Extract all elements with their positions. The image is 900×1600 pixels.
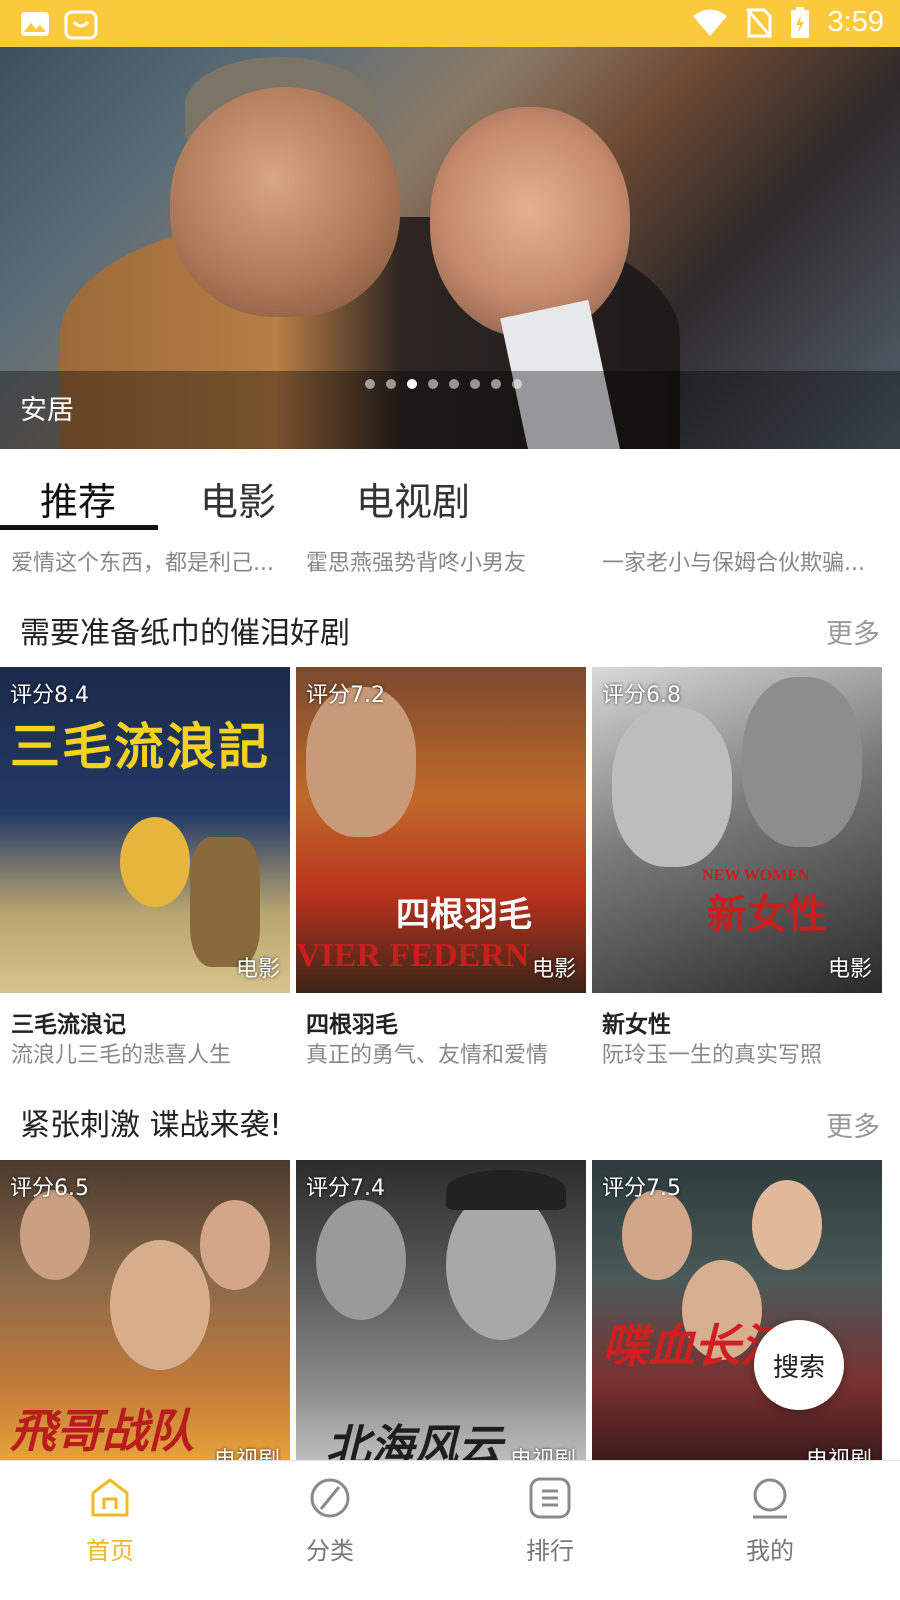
poster-art-title: 飛哥战队	[10, 1404, 194, 1458]
rating-badge: 评分6.5	[10, 1176, 89, 1201]
rating-badge: 评分8.4	[10, 683, 89, 708]
poster-card[interactable]: NEW WOMEN 新女性 评分6.8 电影	[592, 667, 882, 993]
carousel-dot-active[interactable]	[407, 379, 417, 389]
nav-home[interactable]: 首页	[50, 1475, 170, 1566]
card-subtitle[interactable]: 一家老小与保姆合伙欺骗...	[602, 545, 882, 577]
carousel-dot[interactable]	[386, 379, 396, 389]
more-link[interactable]: 更多	[826, 1105, 880, 1144]
category-tabs: 推荐 电影 电视剧	[0, 449, 900, 533]
nav-label: 分类	[306, 1537, 354, 1565]
nav-label: 首页	[86, 1537, 134, 1565]
wifi-icon	[692, 9, 727, 36]
tab-tv-series[interactable]: 电视剧	[356, 471, 470, 526]
card-subtitle: 真正的勇气、友情和爱情	[306, 1043, 549, 1068]
card-subtitle: 阮玲玉一生的真实写照	[602, 1043, 823, 1068]
search-button[interactable]: 搜索	[754, 1320, 844, 1410]
rating-badge: 评分7.4	[306, 1176, 385, 1201]
type-label: 电影	[235, 957, 280, 982]
scrolled-card-row: 爱情这个东西，都是利己... 霍思燕强势背咚小男友 一家老小与保姆合伙欺骗...	[0, 533, 900, 583]
poster-card[interactable]: 三毛流浪記 评分8.4 电影	[0, 667, 290, 993]
poster-art-title: 北海风云	[326, 1421, 502, 1460]
rating-badge: 评分7.5	[602, 1176, 681, 1201]
nav-profile[interactable]: 我的	[710, 1475, 830, 1566]
poster-card[interactable]: 四根羽毛 VIER FEDERN 评分7.2 电影	[296, 667, 586, 993]
section-title: 需要准备纸巾的催泪好剧	[20, 616, 350, 651]
tab-movies[interactable]: 电影	[200, 471, 276, 526]
rating-badge: 评分7.2	[306, 683, 385, 708]
card-title[interactable]: 三毛流浪记	[11, 1005, 126, 1039]
poster-art-title: 新女性	[707, 892, 827, 938]
battery-charging-icon	[790, 6, 809, 38]
clock: 3:59	[827, 6, 884, 38]
shopping-bag-icon	[64, 10, 98, 40]
poster-art-title: 四根羽毛	[396, 895, 532, 935]
ranking-icon	[529, 1477, 571, 1519]
carousel-dot[interactable]	[512, 379, 522, 389]
card-title[interactable]: 四根羽毛	[306, 1005, 398, 1039]
more-link[interactable]: 更多	[826, 612, 880, 651]
poster-card[interactable]: 飛哥战队 评分6.5 电视剧	[0, 1160, 290, 1460]
carousel-dot[interactable]	[428, 379, 438, 389]
rating-badge: 评分6.8	[602, 683, 681, 708]
poster-card[interactable]: 喋血长江 评分7.5 电视剧	[592, 1160, 882, 1460]
bottom-navigation: 首页 分类 排行 我的	[0, 1460, 900, 1600]
status-bar: 3:59	[0, 0, 900, 47]
type-label: 电影	[827, 957, 872, 982]
type-label: 电影	[531, 957, 576, 982]
carousel-dot[interactable]	[470, 379, 480, 389]
banner-caption: 安居	[20, 395, 74, 426]
section-title: 紧张刺激 谍战来袭!	[20, 1108, 282, 1143]
gallery-icon	[21, 12, 49, 36]
card-subtitle[interactable]: 爱情这个东西，都是利己...	[11, 545, 291, 577]
nav-label: 我的	[746, 1537, 794, 1565]
card-subtitle: 流浪儿三毛的悲喜人生	[11, 1043, 232, 1068]
card-subtitle[interactable]: 霍思燕强势背咚小男友	[306, 545, 586, 577]
nav-ranking[interactable]: 排行	[490, 1475, 610, 1566]
nav-category[interactable]: 分类	[270, 1475, 390, 1566]
no-sim-icon	[745, 7, 772, 38]
category-icon	[310, 1478, 350, 1518]
card-title[interactable]: 新女性	[602, 1005, 671, 1039]
banner-carousel[interactable]: 安居	[0, 47, 900, 449]
poster-art-title: 三毛流浪記	[10, 718, 270, 776]
nav-label: 排行	[526, 1537, 574, 1565]
home-icon	[91, 1478, 129, 1517]
carousel-dot[interactable]	[449, 379, 459, 389]
tab-recommend[interactable]: 推荐	[40, 471, 116, 526]
type-label: 电视剧	[806, 1442, 872, 1460]
tab-indicator	[0, 525, 158, 530]
carousel-dot[interactable]	[365, 379, 375, 389]
poster-card[interactable]: 北海风云 评分7.4 电视剧	[296, 1160, 586, 1460]
carousel-dot[interactable]	[491, 379, 501, 389]
carousel-indicator	[365, 379, 522, 389]
type-label: 电视剧	[510, 1442, 576, 1460]
profile-icon	[753, 1478, 787, 1519]
type-label: 电视剧	[214, 1442, 280, 1460]
